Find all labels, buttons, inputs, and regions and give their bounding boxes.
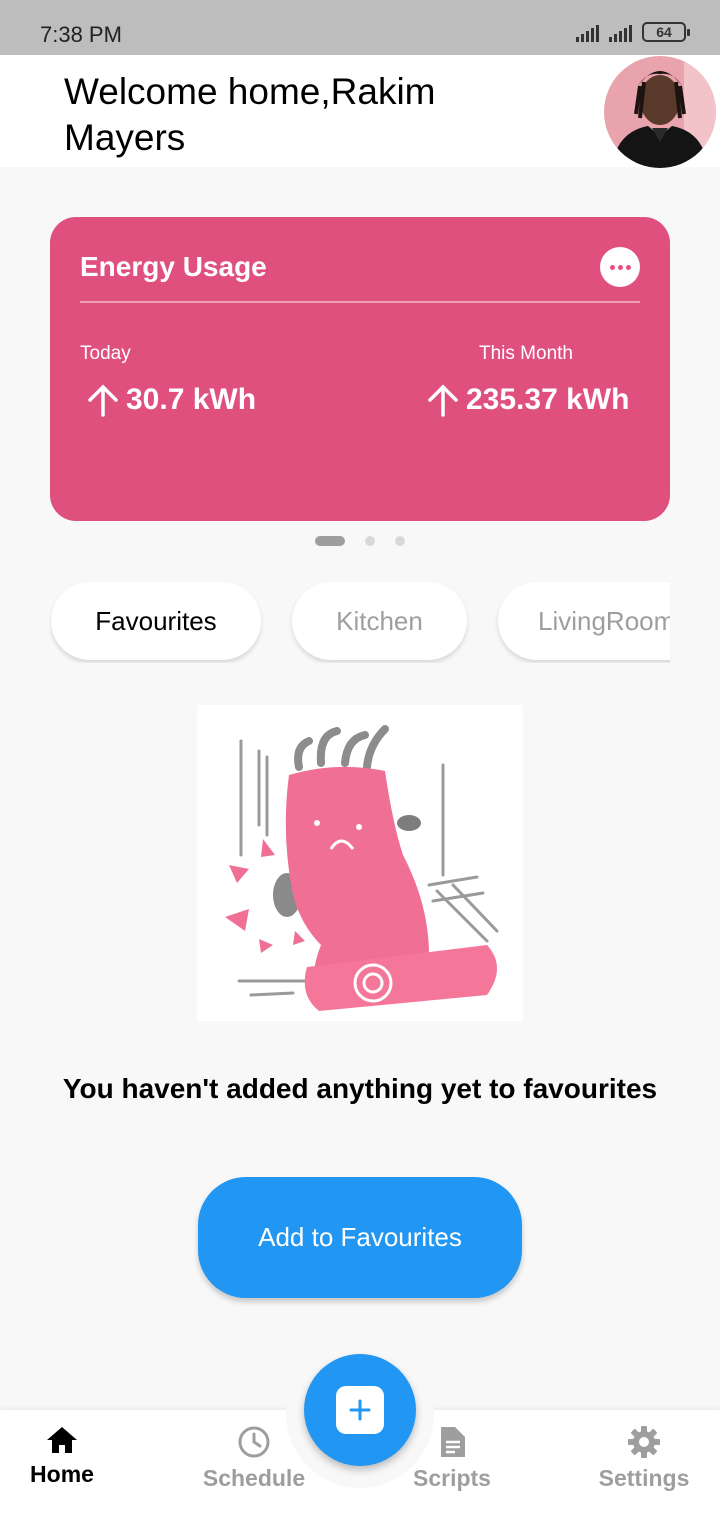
nav-home-label: Home xyxy=(30,1461,94,1487)
card-title: Energy Usage xyxy=(80,251,267,282)
battery-icon: 64 xyxy=(642,22,690,42)
carousel-dot[interactable] xyxy=(365,536,375,546)
nav-settings[interactable]: Settings xyxy=(574,1425,714,1492)
card-divider xyxy=(80,301,640,303)
battery-level: 64 xyxy=(656,24,672,40)
today-value: 30.7 kWh xyxy=(126,383,257,416)
status-icons: 64 xyxy=(576,22,690,42)
room-tabs: Favourites Kitchen LivingRoom xyxy=(50,581,670,663)
avatar[interactable] xyxy=(604,56,716,168)
arrow-up-icon xyxy=(88,384,118,417)
today-value-row: 30.7 kWh xyxy=(86,383,256,417)
tab-kitchen[interactable]: Kitchen xyxy=(292,582,467,660)
nav-schedule-label: Schedule xyxy=(202,1465,306,1491)
add-device-fab[interactable] xyxy=(304,1354,416,1466)
energy-usage-card[interactable]: Energy Usage Today 30.7 kWh This Month 2… xyxy=(50,217,670,521)
carousel-indicator xyxy=(0,536,720,546)
carousel-dot[interactable] xyxy=(395,536,405,546)
status-bar: 7:38 PM 64 xyxy=(0,0,720,55)
nav-settings-label: Settings xyxy=(598,1465,690,1491)
nav-home[interactable]: Home xyxy=(0,1425,132,1488)
empty-state-message: You haven't added anything yet to favour… xyxy=(62,1073,658,1104)
clock-icon xyxy=(238,1426,270,1458)
status-time: 7:38 PM xyxy=(40,22,122,47)
more-dot xyxy=(609,264,615,270)
carousel-dot-active[interactable] xyxy=(315,536,345,546)
tab-livingroom[interactable]: LivingRoom xyxy=(498,582,670,660)
more-options-button[interactable] xyxy=(600,247,640,287)
fab-plus-container xyxy=(336,1386,384,1434)
home-icon xyxy=(47,1427,77,1453)
add-to-favourites-button[interactable]: Add to Favourites xyxy=(198,1177,522,1298)
arrow-up-icon xyxy=(428,384,458,417)
more-dot xyxy=(625,264,631,270)
nav-schedule[interactable]: Schedule xyxy=(184,1425,324,1492)
tab-favourites[interactable]: Favourites xyxy=(51,582,261,660)
signal-icon xyxy=(609,22,632,42)
gear-icon xyxy=(628,1426,660,1458)
today-label: Today xyxy=(80,343,131,364)
month-value-row: 235.37 kWh xyxy=(426,383,629,417)
empty-favourites-illustration xyxy=(197,705,523,1021)
plus-icon xyxy=(349,1399,371,1421)
page-title: Welcome home,Rakim Mayers xyxy=(64,71,436,158)
signal-icon xyxy=(576,22,599,42)
month-label: This Month xyxy=(479,343,573,364)
header: Welcome home,Rakim Mayers xyxy=(0,55,720,168)
nav-scripts-label: Scripts xyxy=(413,1465,491,1491)
month-value: 235.37 kWh xyxy=(466,383,630,416)
more-dot xyxy=(617,264,623,270)
document-icon xyxy=(441,1427,465,1457)
